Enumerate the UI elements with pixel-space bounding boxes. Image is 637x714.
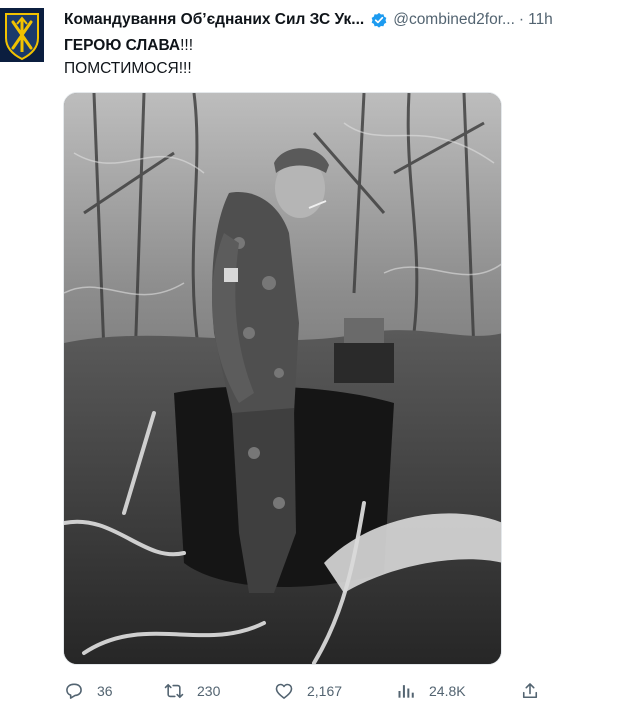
- retweet-button[interactable]: 230: [164, 679, 220, 703]
- views-button[interactable]: 24.8K: [396, 679, 466, 703]
- like-count: 2,167: [307, 683, 343, 699]
- tweet-text-line-1: ГЕРОЮ СЛАВА!!!: [64, 37, 193, 55]
- like-icon: [275, 683, 293, 699]
- verified-badge-icon: [371, 12, 387, 28]
- share-icon: [522, 683, 538, 699]
- separator-dot: ·: [518, 11, 525, 28]
- tweet-photo[interactable]: [63, 92, 502, 665]
- timestamp[interactable]: 11h: [528, 11, 553, 29]
- retweet-count: 230: [197, 683, 221, 699]
- like-button[interactable]: 2,167: [274, 679, 342, 703]
- display-name[interactable]: Командування Об’єднаних Сил ЗС Ук...: [64, 11, 364, 29]
- tweet-actions: 36 230 2,167 24.8K: [64, 679, 544, 703]
- soldier-photo: [64, 93, 501, 664]
- tweet-text-line-2: ПОМСТИМОСЯ!!!: [64, 60, 192, 77]
- tweet[interactable]: Командування Об’єднаних Сил ЗС Ук... @co…: [0, 0, 637, 714]
- reply-count: 36: [97, 683, 113, 699]
- handle[interactable]: @combined2for...: [393, 11, 515, 29]
- tweet-text-exclaim: !!!: [180, 37, 194, 54]
- joint-forces-emblem-icon: [5, 13, 39, 61]
- avatar[interactable]: [0, 8, 44, 62]
- reply-button[interactable]: 36: [64, 679, 113, 703]
- views-count: 24.8K: [429, 683, 466, 699]
- retweet-icon: [164, 683, 184, 699]
- tweet-text-bold: ГЕРОЮ СЛАВА: [64, 37, 181, 54]
- views-icon: [398, 685, 414, 698]
- tweet-header: Командування Об’єднаних Сил ЗС Ук... @co…: [64, 8, 629, 32]
- reply-icon: [66, 683, 82, 699]
- share-button[interactable]: [520, 679, 540, 703]
